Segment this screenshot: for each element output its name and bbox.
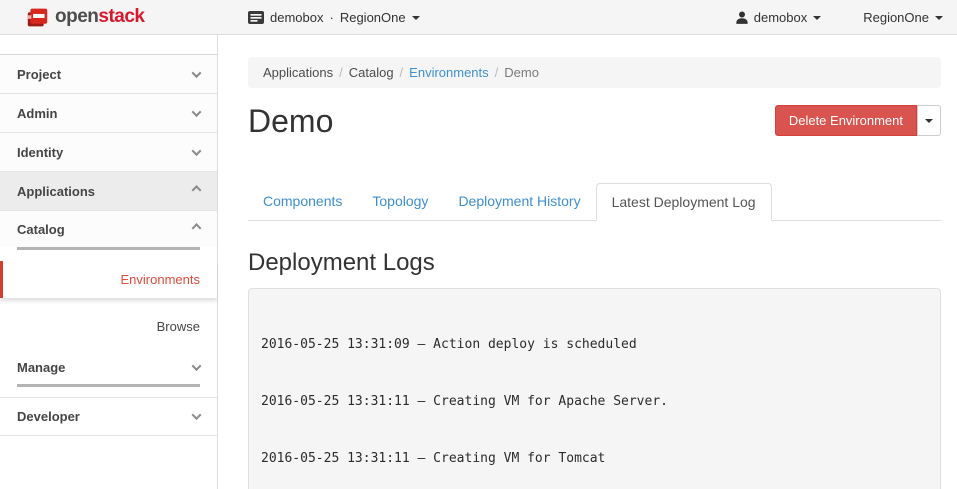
openstack-logo-icon: [26, 6, 49, 29]
sidebar-item-label: Environments: [121, 272, 200, 287]
log-line: 2016-05-25 13:31:11 — Creating VM for Ap…: [261, 392, 928, 411]
tab-topology[interactable]: Topology: [357, 183, 443, 220]
delete-environment-button[interactable]: Delete Environment: [775, 105, 917, 136]
projects-list-icon: [248, 11, 264, 24]
sidebar-item-applications[interactable]: Applications: [0, 172, 217, 211]
environment-actions: Delete Environment: [775, 105, 941, 136]
sidebar-item-label: Identity: [17, 145, 63, 160]
page-header: Demo Delete Environment: [248, 103, 941, 140]
chevron-down-icon: [192, 107, 202, 117]
sidebar-item-browse[interactable]: Browse: [0, 308, 217, 345]
openstack-logo[interactable]: openstack: [0, 6, 218, 29]
caret-down-icon: [925, 119, 933, 123]
breadcrumb-separator: /: [339, 65, 343, 80]
sidebar-group-divider: [17, 247, 200, 250]
switcher-region-label: RegionOne: [340, 10, 406, 25]
region-menu[interactable]: RegionOne: [863, 10, 943, 25]
caret-down-icon: [813, 16, 821, 20]
sidebar-item-developer[interactable]: Developer: [0, 397, 217, 436]
actions-dropdown-toggle[interactable]: [917, 105, 941, 136]
sidebar-nav: Project Admin Identity Applications Cata…: [0, 35, 218, 489]
main-content: Applications / Catalog / Environments / Demo D…: [218, 35, 957, 489]
brand-open-text: open: [55, 6, 98, 27]
log-text: 2016-05-25 13:31:09 — Action deploy is s…: [261, 337, 637, 352]
breadcrumb-current: Demo: [504, 65, 539, 80]
tab-latest-deployment-log[interactable]: Latest Deployment Log: [596, 183, 772, 221]
tab-deployment-history[interactable]: Deployment History: [443, 183, 595, 220]
log-line: 2016-05-25 13:31:09 — Action deploy is s…: [261, 335, 928, 354]
sidebar-item-manage[interactable]: Manage: [0, 351, 217, 384]
breadcrumb-applications: Applications: [263, 65, 333, 80]
deployment-logs-heading: Deployment Logs: [248, 249, 941, 277]
sidebar-item-label: Browse: [157, 319, 200, 334]
sidebar-item-project[interactable]: Project: [0, 55, 217, 94]
chevron-down-icon: [192, 146, 202, 156]
sidebar-item-label: Catalog: [17, 222, 65, 237]
sidebar-item-label: Developer: [17, 409, 80, 424]
sidebar-item-identity[interactable]: Identity: [0, 133, 217, 172]
caret-down-icon: [412, 16, 420, 20]
switcher-project-label: demobox: [270, 10, 323, 25]
breadcrumb-catalog: Catalog: [349, 65, 394, 80]
breadcrumb-separator: /: [400, 65, 404, 80]
log-line: 2016-05-25 13:31:11 — Creating VM for To…: [261, 449, 928, 468]
switcher-separator: ·: [329, 10, 333, 25]
breadcrumb-environments-link[interactable]: Environments: [409, 65, 488, 80]
chevron-down-icon: [192, 361, 202, 371]
chevron-down-icon: [192, 410, 202, 420]
region-menu-label: RegionOne: [863, 10, 929, 25]
chevron-down-icon: [192, 68, 202, 78]
brand-wordmark: openstack: [55, 6, 145, 28]
sidebar-item-label: Manage: [17, 360, 65, 375]
caret-down-icon: [935, 16, 943, 20]
log-text: 2016-05-25 13:31:11 — Creating VM for Ap…: [261, 394, 668, 409]
topbar: openstack demobox · RegionOne demobox: [0, 0, 957, 35]
tab-components[interactable]: Components: [248, 183, 357, 220]
breadcrumb: Applications / Catalog / Environments / Demo: [248, 57, 941, 88]
deployment-log-panel: 2016-05-25 13:31:09 — Action deploy is s…: [248, 288, 941, 489]
sidebar-top-strip: [0, 35, 217, 55]
log-text: 2016-05-25 13:31:11 — Creating VM for To…: [261, 451, 605, 466]
page-title: Demo: [248, 103, 333, 140]
sidebar-item-catalog[interactable]: Catalog: [0, 211, 217, 247]
sidebar-item-admin[interactable]: Admin: [0, 94, 217, 133]
project-region-switcher[interactable]: demobox · RegionOne: [248, 10, 420, 25]
user-icon: [736, 11, 748, 24]
brand-stack-text: stack: [98, 6, 144, 27]
breadcrumb-separator: /: [495, 65, 499, 80]
sidebar-item-label: Project: [17, 67, 61, 82]
chevron-up-icon: [192, 223, 202, 233]
sidebar-item-environments[interactable]: Environments: [0, 261, 217, 298]
sidebar-item-label: Applications: [17, 184, 95, 199]
sidebar-group-divider: [17, 384, 200, 387]
user-menu[interactable]: demobox: [736, 10, 821, 25]
user-menu-label: demobox: [754, 10, 807, 25]
environment-tabs: Components Topology Deployment History L…: [248, 183, 941, 221]
chevron-up-icon: [192, 185, 202, 195]
sidebar-item-label: Admin: [17, 106, 57, 121]
